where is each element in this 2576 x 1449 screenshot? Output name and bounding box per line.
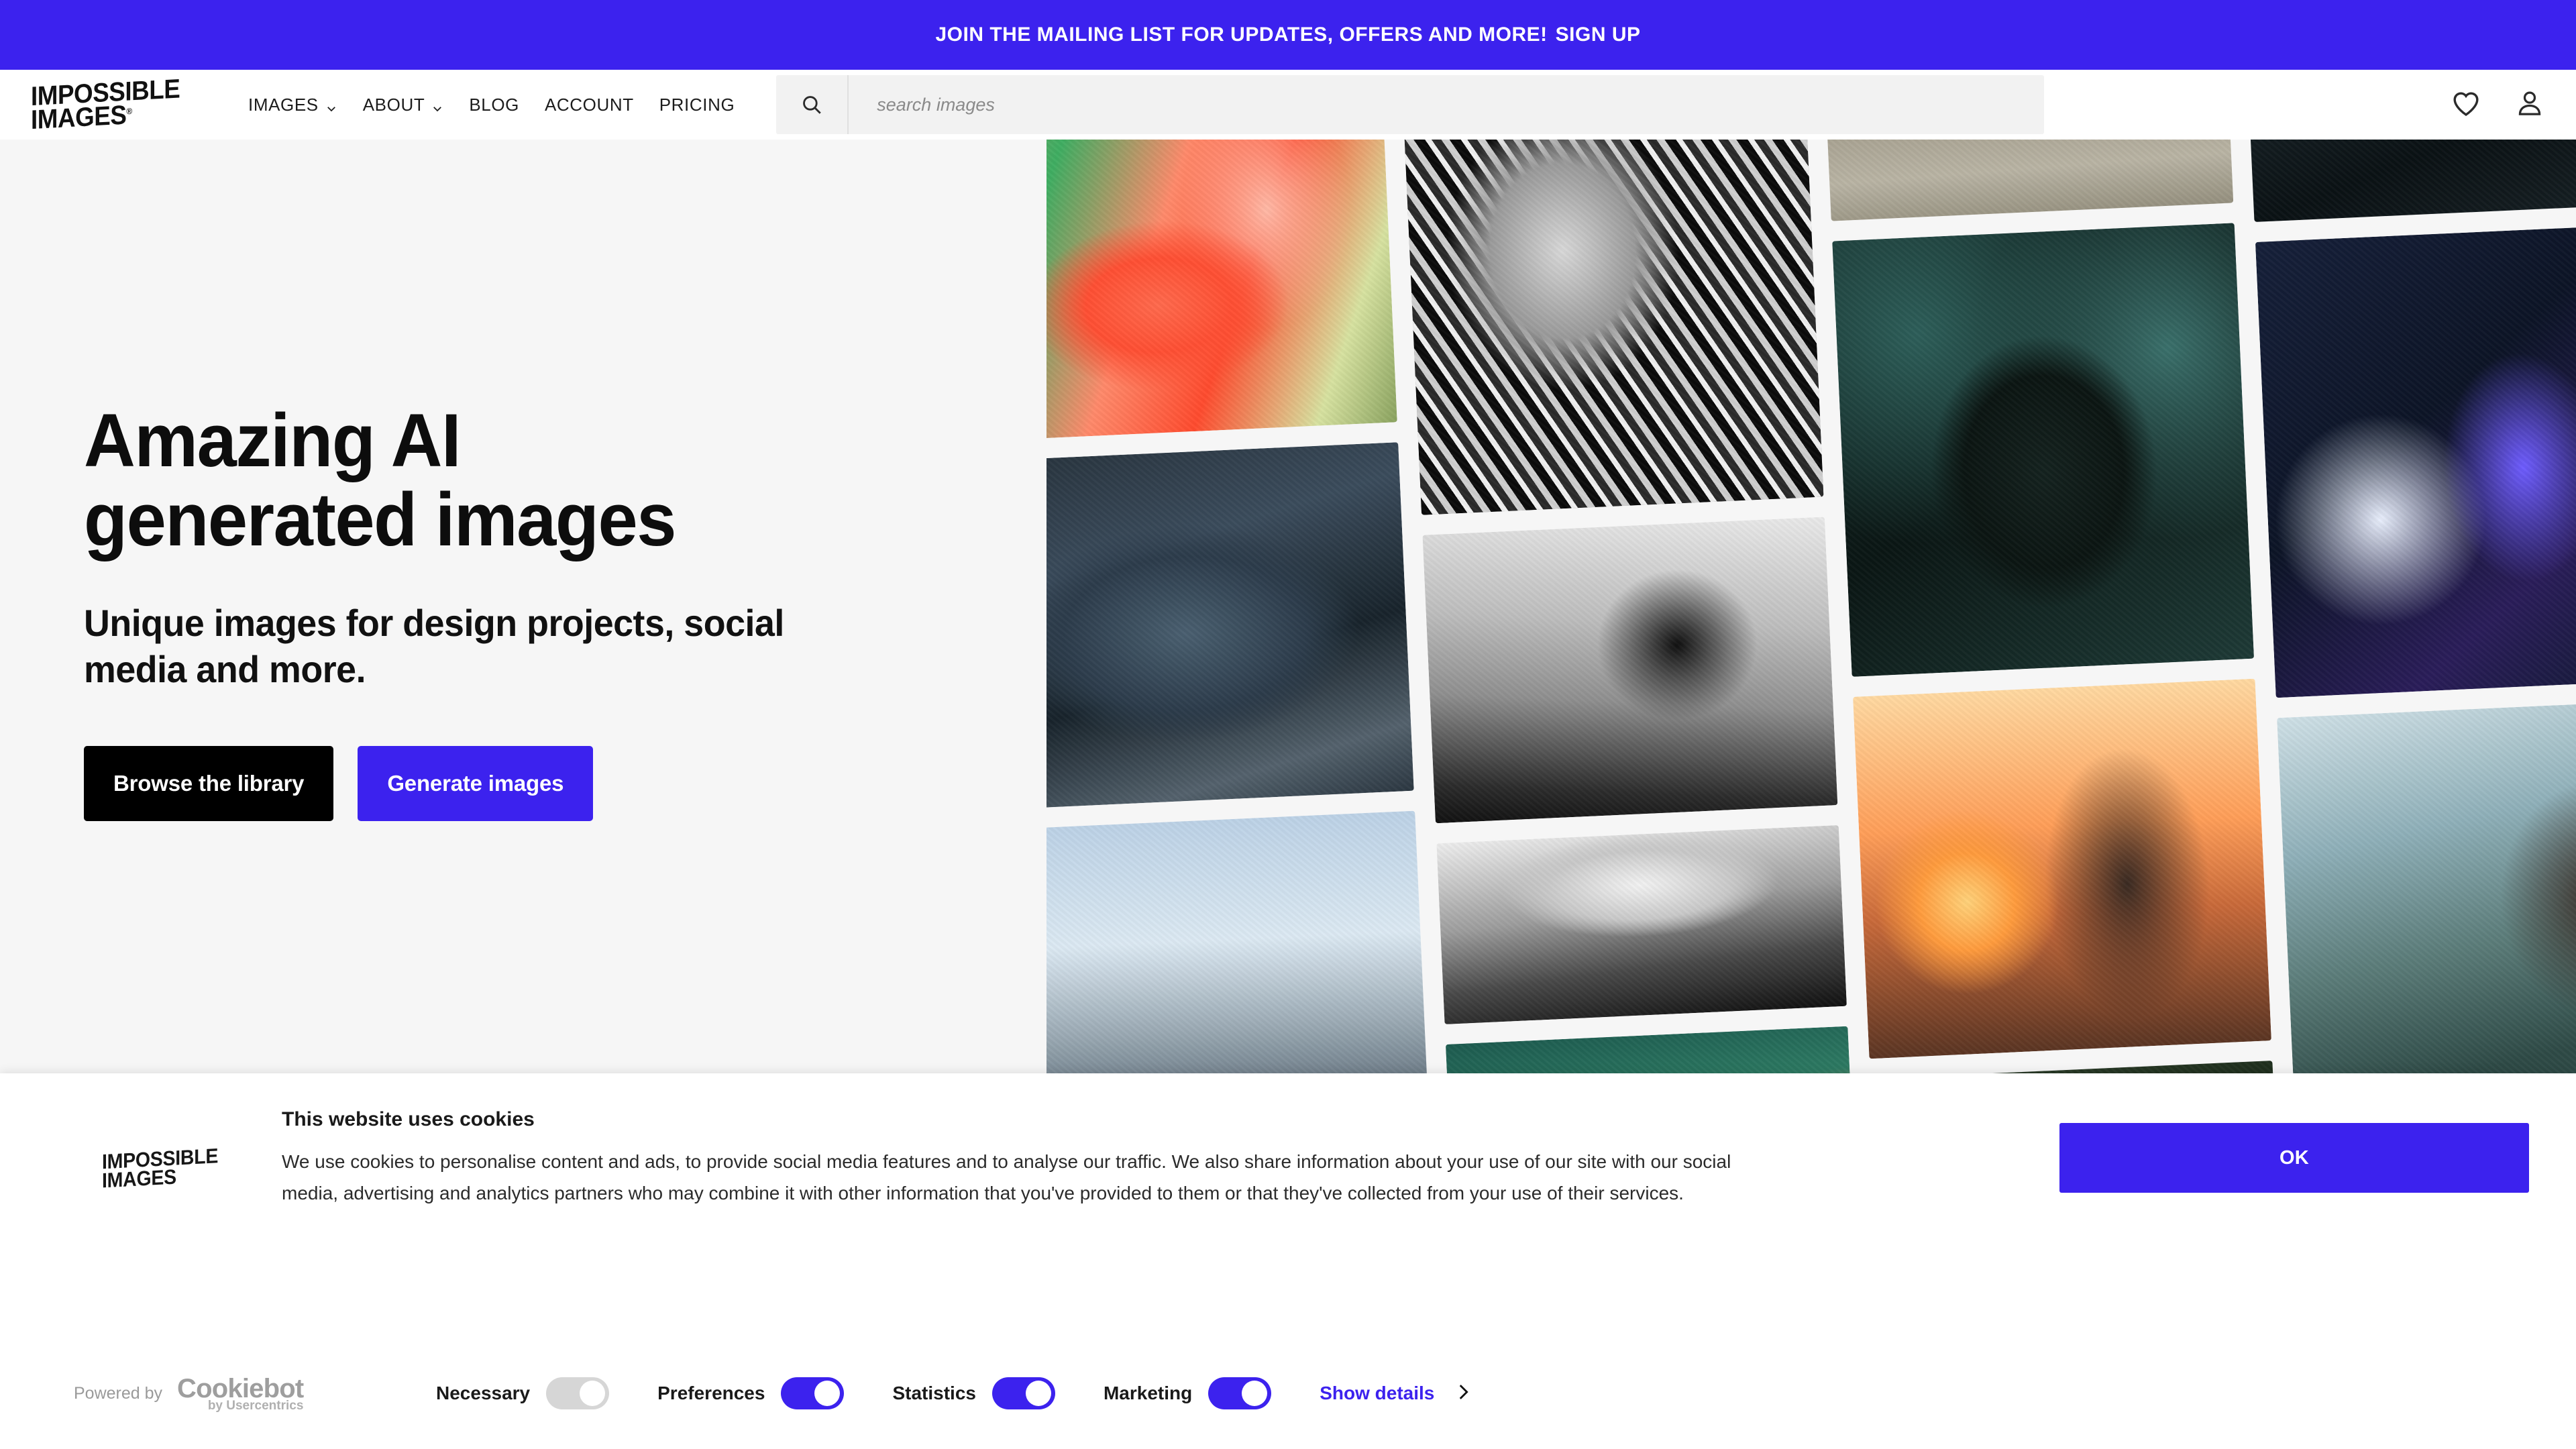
consent-toggle-statistics: Statistics — [892, 1377, 1055, 1409]
nav-item-about[interactable]: ABOUT — [363, 95, 444, 115]
hero-subheading-line-1: Unique images for design projects, socia… — [84, 602, 784, 644]
gallery-image-dark-interior[interactable] — [2247, 140, 2576, 222]
consent-label-statistics: Statistics — [892, 1383, 976, 1404]
hero-content: Amazing AI generated images Unique image… — [0, 140, 1046, 1186]
collage-column — [2247, 140, 2576, 1186]
browse-library-button[interactable]: Browse the library — [84, 746, 333, 821]
toggle-switch-necessary — [546, 1377, 609, 1409]
nav-item-account[interactable]: ACCOUNT — [545, 95, 634, 115]
gallery-image-bare-tree-storm[interactable] — [1422, 517, 1837, 823]
gallery-image-figure-on-volcano[interactable] — [1436, 825, 1847, 1024]
consent-toggle-group: Necessary Preferences Statistics Marketi… — [436, 1377, 2529, 1409]
search-icon[interactable] — [776, 75, 849, 134]
gallery-image-wheelbarrow-field[interactable] — [1824, 140, 2233, 221]
consent-label-marketing: Marketing — [1104, 1383, 1192, 1404]
show-details-label: Show details — [1320, 1383, 1434, 1404]
header-icon-group — [2423, 87, 2545, 123]
search-input[interactable] — [849, 75, 2044, 134]
nav-item-account-label: ACCOUNT — [545, 95, 634, 115]
cookie-logo-line-2: IMAGES — [102, 1163, 255, 1190]
nav-item-blog-label: BLOG — [469, 95, 519, 115]
cookie-banner-logo: IMPOSSIBLE IMAGES — [47, 1102, 268, 1343]
site-header: IMPOSSIBLE IMAGES® IMAGES ABOUT BLOG ACC… — [0, 70, 2576, 140]
toggle-switch-preferences[interactable] — [781, 1377, 844, 1409]
cookie-ok-wrap: OK — [2059, 1108, 2529, 1338]
user-icon[interactable] — [2514, 88, 2545, 122]
show-details-button[interactable]: Show details — [1320, 1381, 1474, 1407]
generate-images-button[interactable]: Generate images — [358, 746, 593, 821]
toggle-knob — [1242, 1381, 1267, 1406]
toggle-switch-marketing[interactable] — [1208, 1377, 1271, 1409]
gallery-image-bw-abstract-face[interactable] — [1402, 140, 1823, 515]
toggle-knob — [814, 1381, 840, 1406]
gallery-image-woman-at-sunset[interactable] — [1853, 679, 2271, 1059]
consent-toggle-necessary: Necessary — [436, 1377, 609, 1409]
hero-subheading: Unique images for design projects, socia… — [84, 600, 934, 692]
hero-cta-group: Browse the library Generate images — [84, 746, 1046, 821]
gallery-image-coastal-cliffs[interactable] — [2277, 700, 2576, 1093]
nav-item-about-label: ABOUT — [363, 95, 425, 115]
hero-heading-line-2: generated images — [84, 478, 676, 561]
logo-line-2: IMAGES® — [31, 99, 222, 132]
cookie-banner-description: We use cookies to personalise content an… — [282, 1146, 1791, 1209]
toggle-knob — [1026, 1381, 1051, 1406]
consent-toggle-marketing: Marketing — [1104, 1377, 1271, 1409]
chevron-right-icon — [1452, 1381, 1474, 1407]
heart-icon[interactable] — [2450, 87, 2482, 123]
hero-subheading-line-2: media and more. — [84, 648, 366, 690]
nav-item-pricing[interactable]: PRICING — [659, 95, 735, 115]
powered-by-cookiebot[interactable]: Powered by Cookiebot by Usercentrics — [74, 1375, 436, 1412]
cookiebot-logo-main: Cookiebot — [177, 1375, 303, 1402]
logo-line-2-text: IMAGES — [31, 101, 126, 135]
hero-heading-line-1: Amazing AI — [84, 398, 460, 482]
toggle-switch-statistics[interactable] — [992, 1377, 1055, 1409]
cookie-banner-body: This website uses cookies We use cookies… — [268, 1108, 2059, 1338]
signup-link[interactable]: SIGN UP — [1556, 23, 1641, 46]
collage-column — [980, 140, 1437, 1186]
hero-section: Amazing AI generated images Unique image… — [0, 140, 2576, 1186]
cookie-banner-controls: Powered by Cookiebot by Usercentrics Nec… — [0, 1338, 2576, 1449]
gallery-image-lake-cracked-earth[interactable] — [996, 442, 1414, 809]
nav-item-images[interactable]: IMAGES — [248, 95, 337, 115]
consent-toggle-preferences: Preferences — [657, 1377, 844, 1409]
collage-column — [1402, 140, 1859, 1186]
gallery-image-cyborg-portrait[interactable] — [1832, 223, 2254, 677]
primary-nav: IMAGES ABOUT BLOG ACCOUNT PRICING — [248, 95, 735, 115]
logo-trademark: ® — [126, 106, 131, 116]
cookie-ok-button[interactable]: OK — [2059, 1123, 2529, 1193]
announcement-bar: JOIN THE MAILING LIST FOR UPDATES, OFFER… — [0, 0, 2576, 70]
cookie-banner-title: This website uses cookies — [282, 1108, 2019, 1131]
toggle-knob — [580, 1381, 605, 1406]
announcement-text: JOIN THE MAILING LIST FOR UPDATES, OFFER… — [935, 23, 1547, 46]
consent-label-necessary: Necessary — [436, 1383, 530, 1404]
site-logo[interactable]: IMPOSSIBLE IMAGES® — [31, 74, 239, 133]
search-bar[interactable] — [776, 75, 2044, 134]
nav-item-blog[interactable]: BLOG — [469, 95, 519, 115]
cookiebot-logo: Cookiebot by Usercentrics — [177, 1375, 303, 1412]
collage-column — [1824, 140, 2281, 1186]
nav-item-pricing-label: PRICING — [659, 95, 735, 115]
consent-label-preferences: Preferences — [657, 1383, 765, 1404]
powered-by-label: Powered by — [74, 1384, 162, 1403]
chevron-down-icon — [325, 99, 337, 111]
gallery-image-blue-lit-portrait[interactable] — [2255, 224, 2576, 698]
page-title: Amazing AI generated images — [84, 401, 976, 559]
cookie-banner-top: IMPOSSIBLE IMAGES This website uses cook… — [0, 1073, 2576, 1338]
image-collage — [980, 140, 2576, 1186]
nav-item-images-label: IMAGES — [248, 95, 319, 115]
cookie-consent-banner: IMPOSSIBLE IMAGES This website uses cook… — [0, 1073, 2576, 1449]
chevron-down-icon — [431, 99, 443, 111]
